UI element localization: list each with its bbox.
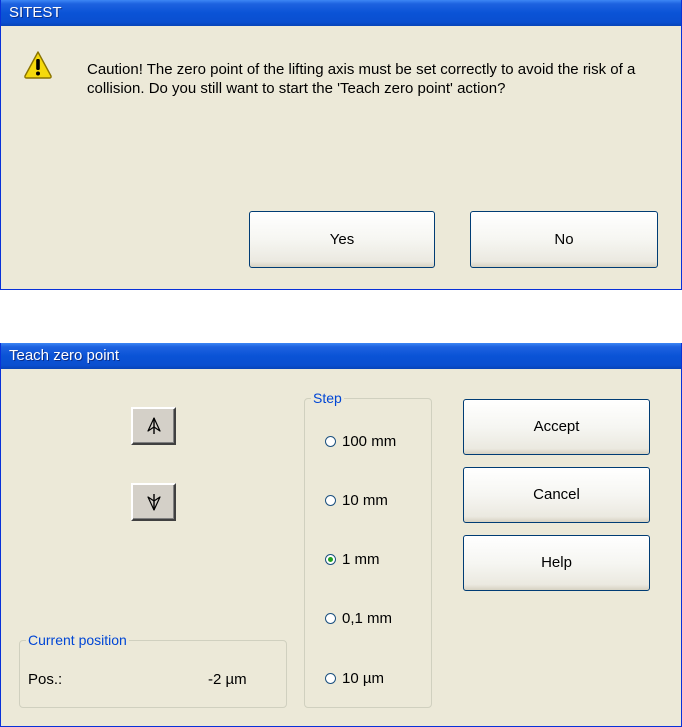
cancel-button[interactable]: Cancel xyxy=(463,467,650,523)
warning-icon xyxy=(24,51,52,79)
radio-label[interactable]: 0,1 mm xyxy=(342,610,392,628)
radio-button[interactable] xyxy=(325,673,336,684)
confirm-dialog-title[interactable]: SITEST xyxy=(1,0,681,26)
move-up-button[interactable] xyxy=(131,407,176,445)
arrow-down-icon xyxy=(147,494,161,511)
radio-label[interactable]: 100 mm xyxy=(342,433,396,451)
help-button[interactable]: Help xyxy=(463,535,650,591)
current-position-groupbox: Current position Pos.: -2 µm xyxy=(19,632,287,708)
no-button[interactable]: No xyxy=(470,211,658,268)
radio-button-selected[interactable] xyxy=(325,554,336,565)
teach-zero-point-dialog: Teach zero point Step 100 mm 10 mm 1 mm … xyxy=(0,343,682,727)
pos-label: Pos.: xyxy=(28,671,63,688)
radio-label[interactable]: 1 mm xyxy=(342,551,380,569)
radio-button[interactable] xyxy=(325,495,336,506)
arrow-up-icon xyxy=(147,417,161,434)
radio-button[interactable] xyxy=(325,436,336,447)
yes-button[interactable]: Yes xyxy=(249,211,435,268)
confirm-dialog: SITEST Caution! The zero point of the li… xyxy=(0,0,682,290)
radio-label[interactable]: 10 mm xyxy=(342,492,388,510)
radio-button[interactable] xyxy=(325,613,336,624)
step-groupbox: Step 100 mm 10 mm 1 mm 0,1 mm 10 µm xyxy=(304,390,432,708)
step-group-label: Step xyxy=(311,390,344,406)
accept-button[interactable]: Accept xyxy=(463,399,650,455)
current-position-label: Current position xyxy=(26,632,129,648)
confirm-message: Caution! The zero point of the lifting a… xyxy=(87,61,636,97)
pos-value: -2 µm xyxy=(208,671,247,688)
teach-dialog-title[interactable]: Teach zero point xyxy=(1,343,681,369)
move-down-button[interactable] xyxy=(131,483,176,521)
radio-label[interactable]: 10 µm xyxy=(342,670,384,688)
